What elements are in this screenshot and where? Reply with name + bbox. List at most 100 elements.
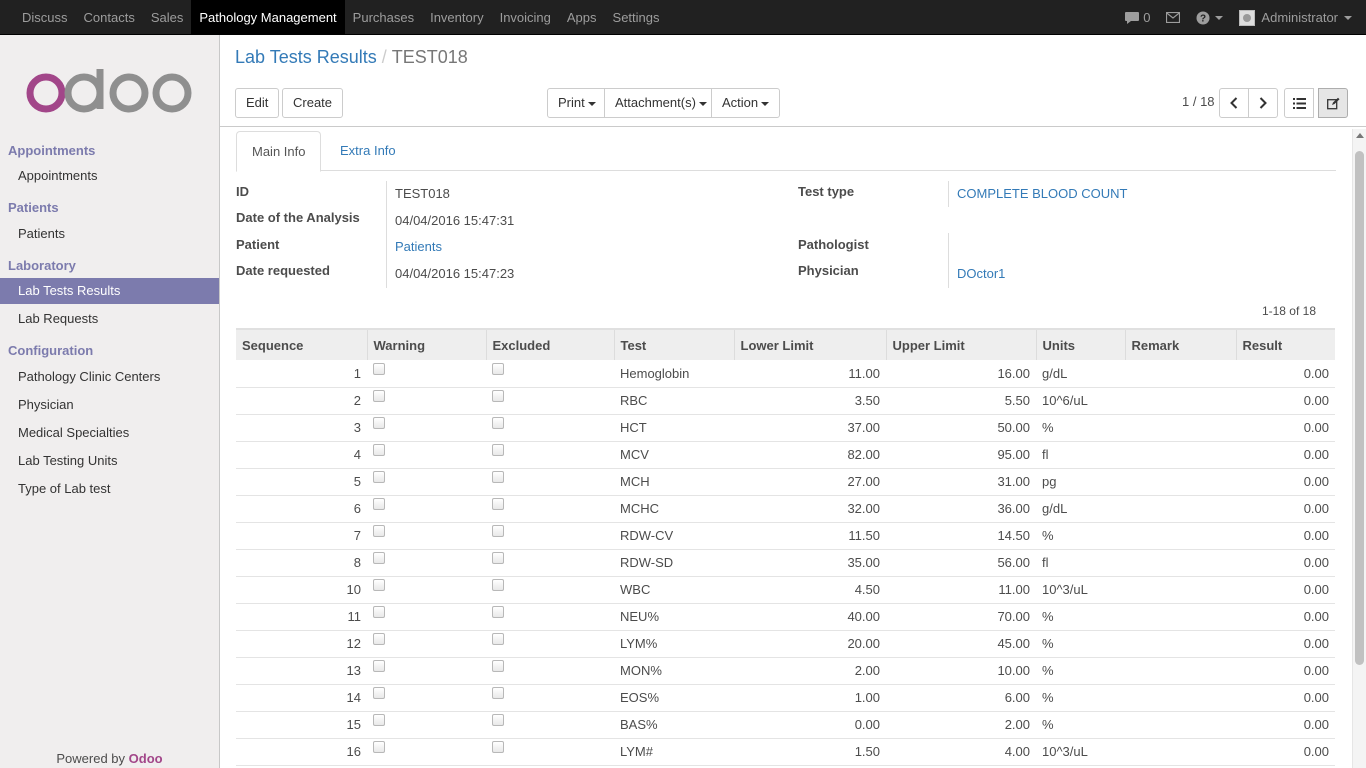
checkbox[interactable]	[492, 633, 504, 645]
table-row[interactable]: 8 RDW-SD 35.00 56.00 fl 0.00	[236, 549, 1335, 577]
menu-settings[interactable]: Settings	[605, 0, 668, 35]
checkbox[interactable]	[373, 525, 385, 537]
pager-previous-button[interactable]	[1219, 88, 1249, 118]
sidebar-item-lab-testing-units[interactable]: Lab Testing Units	[0, 448, 219, 474]
form-view-button[interactable]	[1318, 88, 1348, 118]
tab-main-info[interactable]: Main Info	[236, 131, 322, 172]
table-row[interactable]: 2 RBC 3.50 5.50 10^6/uL 0.00	[236, 387, 1335, 415]
checkbox[interactable]	[492, 444, 504, 456]
sidebar-item-medical-specialties[interactable]: Medical Specialties	[0, 420, 219, 446]
column-header-sequence[interactable]: Sequence	[236, 328, 367, 360]
checkbox[interactable]	[373, 579, 385, 591]
checkbox[interactable]	[373, 687, 385, 699]
column-header-test[interactable]: Test	[613, 328, 734, 360]
vertical-scrollbar[interactable]	[1352, 129, 1366, 768]
test-type-link[interactable]: COMPLETE BLOOD COUNT	[957, 186, 1127, 201]
sidebar-item-patients[interactable]: Patients	[0, 221, 219, 247]
menu-pathology-management[interactable]: Pathology Management	[191, 0, 345, 35]
table-row[interactable]: 10 WBC 4.50 11.00 10^3/uL 0.00	[236, 576, 1335, 604]
menu-invoicing[interactable]: Invoicing	[492, 0, 559, 35]
checkbox[interactable]	[492, 362, 504, 375]
table-row[interactable]: 7 RDW-CV 11.50 14.50% 0.00	[236, 522, 1335, 550]
table-row[interactable]: 14 EOS% 1.00 6.00% 0.00	[236, 684, 1335, 712]
checkbox[interactable]	[373, 552, 385, 564]
column-header-lower-limit[interactable]: Lower Limit	[733, 328, 886, 360]
table-row[interactable]: 15 BAS% 0.00 2.00% 0.00	[236, 711, 1335, 739]
table-row[interactable]: 5 MCH 27.00 31.00 pg 0.00	[236, 468, 1335, 496]
breadcrumb-parent[interactable]: Lab Tests Results	[235, 47, 377, 67]
sidebar-item-type-of-lab-test[interactable]: Type of Lab test	[0, 476, 219, 502]
checkbox[interactable]	[492, 660, 504, 672]
table-row[interactable]: 1 Hemoglobin 11.00 16.00 g/dL 0.00	[236, 360, 1335, 388]
table-row[interactable]: 4 MCV 82.00 95.00 fl 0.00	[236, 441, 1335, 469]
checkbox[interactable]	[373, 390, 385, 402]
list-view-button[interactable]	[1284, 88, 1314, 118]
sidebar-item-lab-tests-results[interactable]: Lab Tests Results	[0, 278, 219, 304]
checkbox[interactable]	[492, 390, 504, 402]
menu-apps[interactable]: Apps	[559, 0, 605, 35]
menu-discuss[interactable]: Discuss	[14, 0, 76, 35]
checkbox[interactable]	[373, 633, 385, 645]
sidebar-item-appointments[interactable]: Appointments	[0, 163, 219, 189]
user-menu[interactable]: Administrator	[1231, 0, 1366, 35]
column-header-warning[interactable]: Warning	[366, 328, 486, 360]
powered-by-brand[interactable]: Odoo	[129, 751, 163, 766]
column-header-excluded[interactable]: Excluded	[485, 328, 614, 360]
checkbox[interactable]	[492, 417, 504, 429]
result-cell: 0.00	[1236, 630, 1335, 658]
checkbox[interactable]	[492, 525, 504, 537]
units-cell: %	[1036, 414, 1125, 442]
edit-button[interactable]: Edit	[235, 88, 280, 118]
column-header-upper-limit[interactable]: Upper Limit	[885, 328, 1036, 360]
checkbox[interactable]	[373, 606, 385, 618]
table-row[interactable]: 11 NEU% 40.00 70.00% 0.00	[236, 603, 1335, 631]
column-header-result[interactable]: Result	[1235, 328, 1335, 360]
tab-extra-info[interactable]: Extra Info	[325, 131, 411, 171]
checkbox[interactable]	[373, 660, 385, 672]
list-pager[interactable]: 1-18 of 18	[1262, 304, 1316, 318]
action-dropdown[interactable]: Action	[711, 88, 781, 118]
mail-button[interactable]	[1158, 0, 1188, 35]
sidebar-item-lab-requests[interactable]: Lab Requests	[0, 306, 219, 332]
checkbox[interactable]	[373, 741, 385, 753]
table-row[interactable]: 3 HCT 37.00 50.00% 0.00	[236, 414, 1335, 442]
print-dropdown[interactable]: Print	[547, 88, 607, 118]
sidebar-item-physician[interactable]: Physician	[0, 392, 219, 418]
record-pager[interactable]: 1 / 18	[1182, 94, 1215, 109]
checkbox[interactable]	[373, 498, 385, 510]
table-row[interactable]: 12 LYM% 20.00 45.00% 0.00	[236, 630, 1335, 658]
scrollbar-thumb[interactable]	[1355, 151, 1364, 665]
checkbox[interactable]	[492, 687, 504, 699]
checkbox[interactable]	[373, 417, 385, 429]
menu-sales[interactable]: Sales	[143, 0, 192, 35]
checkbox[interactable]	[492, 714, 504, 726]
table-row[interactable]: 6 MCHC 32.00 36.00 g/dL 0.00	[236, 495, 1335, 523]
column-header-units[interactable]: Units	[1035, 328, 1125, 360]
checkbox[interactable]	[492, 498, 504, 510]
scroll-up-arrow-icon[interactable]	[1356, 133, 1364, 138]
checkbox[interactable]	[492, 606, 504, 618]
table-row[interactable]: 16 LYM# 1.50 4.00 10^3/uL 0.00	[236, 738, 1335, 766]
pager-next-button[interactable]	[1248, 88, 1278, 118]
table-row[interactable]: 13 MON% 2.00 10.00% 0.00	[236, 657, 1335, 685]
checkbox[interactable]	[492, 471, 504, 483]
menu-inventory[interactable]: Inventory	[422, 0, 491, 35]
checkbox[interactable]	[492, 741, 504, 753]
checkbox[interactable]	[373, 471, 385, 483]
checkbox[interactable]	[492, 579, 504, 591]
attachments-dropdown[interactable]: Attachment(s)	[604, 88, 718, 118]
physician-link[interactable]: DOctor1	[957, 266, 1005, 281]
checkbox[interactable]	[373, 362, 385, 375]
checkbox[interactable]	[492, 552, 504, 564]
column-header-remark[interactable]: Remark	[1124, 328, 1236, 360]
create-button[interactable]: Create	[282, 88, 344, 118]
help-menu[interactable]: ?	[1188, 0, 1231, 35]
menu-purchases[interactable]: Purchases	[345, 0, 422, 35]
sidebar-item-pathology-clinic-centers[interactable]: Pathology Clinic Centers	[0, 364, 219, 390]
menu-contacts[interactable]: Contacts	[76, 0, 143, 35]
odoo-logo[interactable]	[24, 65, 194, 115]
patient-link[interactable]: Patients	[395, 239, 442, 254]
checkbox[interactable]	[373, 444, 385, 456]
chat-button[interactable]: 0	[1116, 0, 1158, 35]
checkbox[interactable]	[373, 714, 385, 726]
